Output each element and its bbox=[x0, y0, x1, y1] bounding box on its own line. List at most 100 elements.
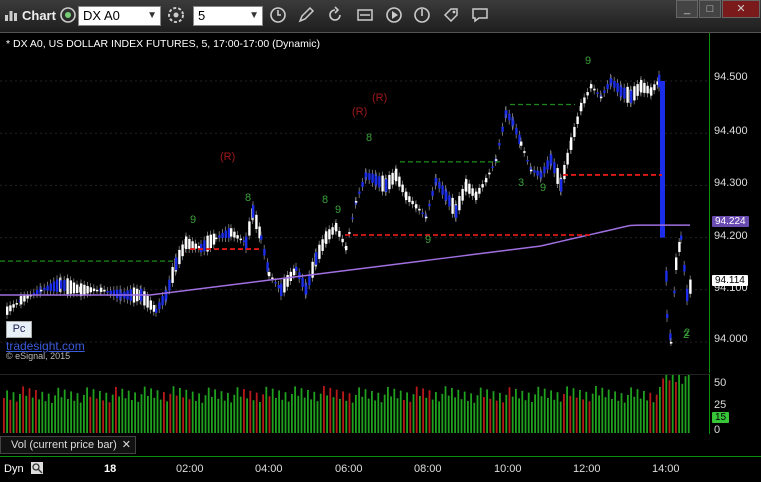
volume-bar bbox=[329, 387, 332, 433]
volume-bar bbox=[227, 393, 229, 433]
candle-body bbox=[227, 228, 231, 239]
volume-bar bbox=[79, 402, 82, 433]
candle-body bbox=[83, 284, 86, 295]
count-label: 3 bbox=[518, 177, 524, 189]
volume-bar bbox=[223, 400, 226, 433]
candle-body bbox=[523, 151, 526, 153]
candle-body bbox=[606, 84, 609, 90]
chevron-down-icon[interactable]: ▼ bbox=[147, 7, 157, 25]
candle-body bbox=[200, 243, 203, 253]
quote-icon[interactable] bbox=[355, 5, 375, 25]
candle-body bbox=[212, 233, 216, 245]
candle-body bbox=[203, 240, 206, 252]
volume-bar bbox=[316, 401, 319, 433]
candle-body bbox=[76, 284, 79, 293]
close-icon[interactable]: ✕ bbox=[122, 437, 131, 453]
settings-icon[interactable] bbox=[166, 5, 186, 25]
volume-bar bbox=[361, 396, 364, 433]
candle-body bbox=[178, 249, 181, 265]
volume-bar bbox=[188, 399, 191, 433]
candle-body bbox=[475, 191, 478, 201]
comment-icon[interactable] bbox=[470, 5, 490, 25]
candle-body bbox=[175, 257, 178, 270]
chart-app-icon bbox=[5, 11, 17, 21]
candle-body bbox=[152, 305, 156, 312]
clock-icon[interactable] bbox=[268, 5, 288, 25]
power-icon[interactable] bbox=[412, 5, 432, 25]
copyright-text: © eSignal, 2015 bbox=[6, 351, 71, 361]
volume-bar bbox=[518, 398, 520, 433]
candle-body bbox=[411, 200, 414, 205]
candle-body bbox=[451, 197, 454, 214]
candle-body bbox=[345, 245, 348, 251]
candle-body bbox=[573, 126, 576, 137]
volume-bar bbox=[195, 401, 197, 433]
volume-bar bbox=[105, 392, 108, 433]
volume-bar bbox=[675, 382, 677, 433]
volume-study-title[interactable]: Vol (current price bar) ✕ bbox=[0, 436, 136, 454]
minimize-button[interactable]: _ bbox=[676, 0, 698, 18]
refresh-icon[interactable] bbox=[325, 5, 345, 25]
volume-bar bbox=[630, 387, 632, 433]
candle-body bbox=[335, 222, 338, 232]
volume-bar bbox=[89, 396, 92, 433]
candle-body bbox=[590, 84, 593, 89]
chevron-down-icon[interactable]: ▼ bbox=[249, 7, 259, 25]
candle-body bbox=[563, 164, 566, 180]
volume-bar bbox=[108, 402, 111, 433]
candle-body bbox=[689, 279, 692, 294]
volume-bar bbox=[371, 391, 373, 433]
interval-input[interactable]: 5 ▼ bbox=[193, 6, 263, 26]
time-mode-label[interactable]: Dyn bbox=[4, 463, 24, 475]
candle-body bbox=[431, 190, 434, 196]
candle-body bbox=[63, 279, 66, 291]
volume-bar bbox=[403, 400, 405, 433]
tag-icon[interactable] bbox=[441, 5, 461, 25]
volume-bar bbox=[54, 395, 56, 433]
candle-body bbox=[308, 274, 311, 286]
zoom-icon[interactable] bbox=[30, 461, 44, 475]
restore-button[interactable]: □ bbox=[699, 0, 721, 18]
volume-bar bbox=[643, 391, 645, 433]
candle-body bbox=[36, 289, 39, 294]
candle-body bbox=[533, 170, 536, 173]
volume-pane[interactable] bbox=[0, 368, 709, 435]
candle-body bbox=[488, 172, 491, 175]
volume-bar bbox=[294, 386, 296, 433]
volume-bar bbox=[12, 392, 15, 433]
candle-body bbox=[100, 287, 103, 292]
volume-bar bbox=[249, 390, 252, 433]
pencil-icon[interactable] bbox=[296, 5, 316, 25]
volume-bar bbox=[335, 389, 338, 433]
candle-body bbox=[636, 84, 639, 96]
volume-bar bbox=[412, 394, 415, 433]
volume-bar bbox=[531, 402, 533, 433]
candle-body bbox=[32, 292, 36, 295]
time-axis[interactable]: Dyn 18 02:00 04:00 06:00 08:00 10:00 12:… bbox=[0, 456, 761, 482]
volume-bar bbox=[595, 386, 597, 433]
count-label: 8 bbox=[322, 194, 328, 206]
candle-body bbox=[670, 342, 673, 344]
candle-body bbox=[471, 188, 474, 196]
candle-body bbox=[355, 201, 358, 203]
volume-bar bbox=[639, 398, 642, 433]
candle-body bbox=[401, 184, 404, 193]
price-chart[interactable]: (R) (R) (R) 8 9 9 8 9 8 9 2 3 9 2 * DX A0, US DOLLAR … bbox=[0, 33, 709, 373]
price-axis[interactable]: 94.500 94.400 94.300 94.200 94.100 94.00… bbox=[709, 33, 761, 373]
link-icon[interactable] bbox=[58, 5, 78, 25]
count-label: 8 bbox=[366, 132, 372, 144]
play-icon[interactable] bbox=[384, 5, 404, 25]
volume-bar bbox=[6, 390, 8, 433]
volume-bar bbox=[623, 402, 626, 433]
pc-badge[interactable]: Pc bbox=[6, 321, 32, 338]
candle-body bbox=[358, 191, 361, 194]
candle-body bbox=[315, 252, 318, 265]
volume-bar bbox=[44, 401, 47, 433]
volume-bar bbox=[153, 397, 156, 433]
volume-bar bbox=[259, 402, 261, 433]
symbol-input[interactable]: DX A0 ▼ bbox=[78, 6, 161, 26]
volume-bar bbox=[668, 380, 671, 433]
volume-bar bbox=[451, 388, 453, 433]
close-button[interactable]: ✕ bbox=[722, 0, 760, 18]
candle-body bbox=[491, 166, 494, 168]
